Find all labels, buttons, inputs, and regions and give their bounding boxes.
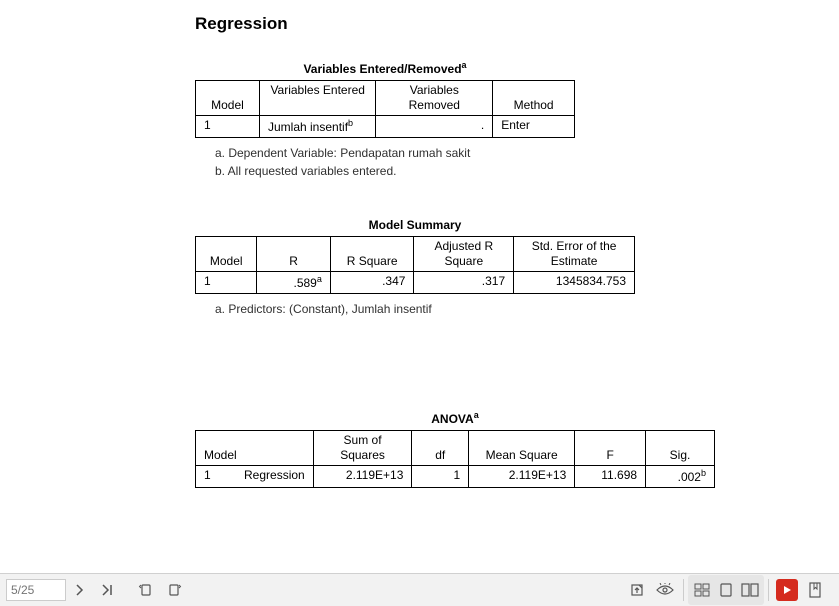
col-r-square: R Square [330,237,414,272]
col-ss: Sum of Squares [313,431,412,466]
col-df: df [412,431,469,466]
rotate-left-button[interactable] [132,576,160,604]
variables-footnotes: a. Dependent Variable: Pendapatan rumah … [215,146,575,178]
col-model: Model [196,431,314,466]
col-model: Model [196,81,260,116]
col-ms: Mean Square [469,431,575,466]
anova-table: Model Sum of Squares df Mean Square F Si… [195,430,715,488]
next-page-button[interactable] [66,576,94,604]
col-r: R [257,237,330,272]
col-vars-entered: Variables Entered [259,81,375,116]
model-summary-footnotes: a. Predictors: (Constant), Jumlah insent… [215,302,575,316]
eye-icon[interactable] [651,576,679,604]
col-std-error: Std. Error of the Estimate [514,237,635,272]
col-vars-removed: Variables Removed [376,81,493,116]
rotate-right-button[interactable] [160,576,188,604]
variables-table-title: Variables Entered/Removeda [195,60,575,76]
export-icon[interactable] [623,576,651,604]
view-single-page-button[interactable] [714,576,738,604]
page-title: Regression [195,14,839,34]
col-sig: Sig. [646,431,715,466]
last-page-button[interactable] [94,576,122,604]
document-content: Regression Variables Entered/Removeda Mo… [0,0,839,574]
table-row: 1 .589a .347 .317 1345834.753 [196,272,635,294]
page-number-input[interactable] [6,579,66,601]
view-thumbnails-button[interactable] [690,576,714,604]
model-summary-title: Model Summary [195,218,635,232]
col-model: Model [196,237,257,272]
variables-table: Model Variables Entered Variables Remove… [195,80,575,138]
bottom-toolbar [0,573,839,606]
presentation-button[interactable] [773,576,801,604]
col-f: F [575,431,646,466]
view-two-page-button[interactable] [738,576,762,604]
model-summary-table: Model R R Square Adjusted R Square Std. … [195,236,635,294]
table-row: 1 Jumlah insentifb . Enter [196,116,575,138]
anova-title: ANOVAa [195,410,715,426]
col-method: Method [493,81,575,116]
col-adj-r-square: Adjusted R Square [414,237,514,272]
bookmark-icon[interactable] [801,576,829,604]
table-row: 1 Regression 2.119E+13 1 2.119E+13 11.69… [196,466,715,488]
